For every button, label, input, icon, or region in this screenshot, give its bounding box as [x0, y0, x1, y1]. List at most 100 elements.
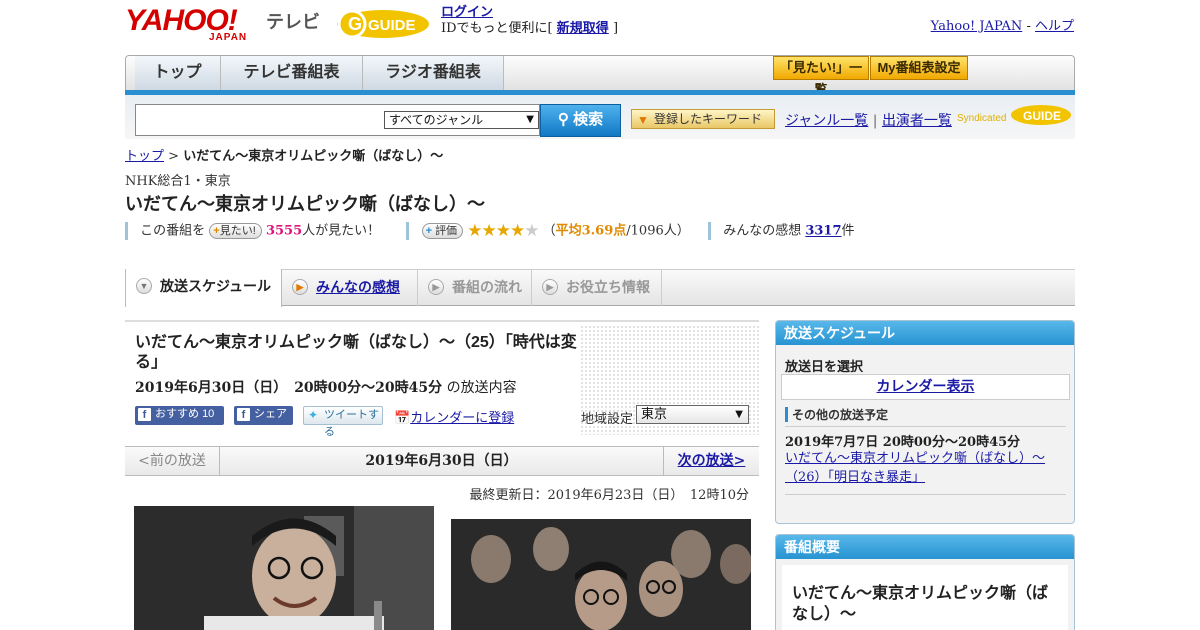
nav-tab-top[interactable]: トップ [135, 56, 221, 90]
login-box: ログイン IDでもっと便利に[ 新規取得 ] [441, 5, 618, 37]
triangle-down-icon: ▼ [637, 113, 649, 127]
link-separator: - [1026, 19, 1031, 34]
calendar-display-button[interactable]: カレンダー表示 [781, 374, 1070, 400]
region-select[interactable]: 東京 ▼ [636, 405, 749, 424]
next-broadcast-link[interactable]: 次の放送> [663, 447, 759, 475]
search-icon: ⚲ [557, 111, 569, 128]
episode-title: いだてん～東京オリムピック噺（ばなし）～（25）「時代は変る」 [135, 334, 577, 371]
calendar-register[interactable]: 📅カレンダーに登録 [394, 407, 514, 426]
info-divider [406, 222, 410, 240]
tab-useful-info[interactable]: ▶ お役立ち情報 [532, 270, 662, 306]
calendar-icon: 📅 [394, 411, 411, 426]
divider [785, 494, 1066, 495]
other-schedule-link[interactable]: いだてん～東京オリムピック噺（ばなし）～（26）「明日なき暴走」 [785, 449, 1055, 487]
summary-sidebar: 番組概要 いだてん～東京オリムピック噺（ばなし）～ [775, 534, 1075, 630]
svg-text:G: G [348, 14, 362, 34]
chevron-down-icon: ▼ [136, 278, 152, 294]
search-button-label: 検索 [573, 111, 604, 128]
want-list-button[interactable]: 「見たい!」一覧 [773, 56, 869, 97]
genre-select[interactable]: すべてのジャンル ▼ [384, 111, 539, 129]
nav-tab-tv-schedule[interactable]: テレビ番組表 [221, 56, 363, 90]
dropdown-arrow-icon: ▼ [735, 409, 743, 420]
summary-sidebar-title: 番組概要 [776, 535, 1074, 559]
tab-program-flow[interactable]: ▶ 番組の流れ [418, 270, 532, 306]
tab-reviews[interactable]: ▶ みんなの感想 [282, 270, 418, 306]
channel-name: NHK総合1・東京 [125, 174, 231, 189]
tweet-button[interactable]: ✦ ツイートする [303, 406, 383, 438]
tab-label[interactable]: みんなの感想 [316, 279, 400, 295]
episode-datetime: 2019年6月30日（日） 20時00分～20時45分 の放送内容 [135, 377, 517, 397]
broadcast-pager: <前の放送 2019年6月30日（日） 次の放送> [125, 446, 759, 476]
review-count-link[interactable]: 3317 [805, 224, 841, 239]
want-count: 3555 [265, 223, 303, 239]
episode-photo [134, 506, 434, 630]
id-text-end: ] [612, 21, 619, 36]
program-title: いだてん～東京オリムピック噺（ばなし）～ [125, 194, 485, 214]
my-schedule-button[interactable]: My番組表設定 [870, 56, 968, 80]
star-icon: ★ [467, 221, 482, 241]
summary-program-title: いだてん～東京オリムピック噺（ばなし）～ [792, 585, 1049, 623]
star-icon: ★ [481, 221, 496, 241]
facebook-icon: f [237, 408, 250, 421]
star-half-icon: ★ [509, 221, 525, 241]
schedule-sidebar: 放送スケジュール 放送日を選択 カレンダー表示 その他の放送予定 2019年7月… [775, 320, 1075, 524]
fb-share-label: シェア [254, 408, 287, 420]
tab-broadcast-schedule[interactable]: ▼ 放送スケジュール [125, 269, 282, 307]
service-name[interactable]: テレビ [266, 8, 320, 34]
episode-photo [451, 519, 751, 630]
gguide-logo: G GUIDE [334, 6, 432, 42]
chevron-right-icon: ▶ [542, 279, 558, 295]
want-button-label: 見たい! [219, 225, 256, 237]
syndicated-gguide-text: GUIDE [1023, 109, 1061, 123]
schedule-sidebar-title: 放送スケジュール [776, 321, 1074, 345]
review-prefix: みんなの感想 [723, 223, 802, 239]
login-link[interactable]: ログイン [441, 5, 493, 20]
calendar-register-link[interactable]: カレンダーに登録 [410, 411, 514, 426]
genre-list-link[interactable]: ジャンル一覧 [785, 113, 868, 129]
genre-select-value: すべてのジャンル [389, 113, 484, 127]
select-date-label: 放送日を選択 [785, 360, 864, 375]
yahoo-japan-logo[interactable]: YAHOO! JAPAN [125, 6, 265, 44]
social-row: f おすすめ 10 f シェア ✦ ツイートする 📅カレンダーに登録 [135, 406, 575, 438]
top-right-links: Yahoo! JAPAN - ヘルプ [931, 15, 1074, 34]
pager-date: 2019年6月30日（日） [365, 453, 518, 469]
facebook-icon: f [138, 408, 151, 421]
rating-count: /1096人 [626, 223, 677, 239]
review-suffix: 件 [841, 223, 855, 239]
nav-tab-radio-schedule[interactable]: ラジオ番組表 [363, 56, 504, 90]
plus-icon: + [425, 225, 432, 237]
episode-datetime-suffix: の放送内容 [446, 380, 517, 396]
syndicated-gguide-logo: Syndicated GUIDE [957, 102, 1075, 128]
breadcrumb-top-link[interactable]: トップ [125, 149, 164, 164]
yahoo-japan-link[interactable]: Yahoo! JAPAN [931, 19, 1023, 34]
registered-keyword-label: 登録したキーワード [654, 112, 763, 126]
search-links: ジャンル一覧 | 出演者一覧 [785, 110, 952, 130]
breadcrumb: トップ > いだてん～東京オリムピック噺（ばなし）～ [125, 145, 443, 164]
help-link[interactable]: ヘルプ [1035, 19, 1074, 34]
breadcrumb-current: いだてん～東京オリムピック噺（ばなし）～ [183, 149, 444, 164]
prev-broadcast-button[interactable]: <前の放送 [125, 447, 220, 475]
rating-open: （ [542, 223, 556, 239]
program-info-row: この番組を +見たい! 3555人が見たい！ + 評価 ★★★★★ （平均3.6… [125, 221, 1025, 241]
gguide-logo-text: GUIDE [368, 17, 416, 34]
facebook-share-button[interactable]: f シェア [234, 406, 293, 425]
tab-label: 番組の流れ [452, 279, 522, 295]
signup-link[interactable]: 新規取得 [557, 21, 609, 36]
id-text: IDでもっと便利に[ [441, 21, 553, 36]
dropdown-arrow-icon: ▼ [526, 114, 534, 125]
performer-list-link[interactable]: 出演者一覧 [882, 113, 952, 129]
rating-close: ） [676, 223, 690, 239]
region-label: 地域設定 [581, 412, 634, 427]
search-button[interactable]: ⚲ 検索 [540, 104, 621, 137]
facebook-recommend-button[interactable]: f おすすめ 10 [135, 406, 224, 425]
registered-keyword-button[interactable]: ▼ 登録したキーワード [631, 109, 775, 129]
content-tabs: ▼ 放送スケジュール ▶ みんなの感想 ▶ 番組の流れ ▶ お役立ち情報 [125, 269, 1075, 307]
search-links-separator: | [872, 113, 878, 129]
other-schedule-date: 2019年7月7日 20時00分～20時45分 [785, 435, 1021, 450]
fb-recommend-count: 10 [202, 408, 215, 420]
last-updated: 最終更新日：2019年6月23日（日） 12時10分 [469, 488, 749, 503]
want-suffix: 人が見たい！ [302, 223, 381, 239]
want-button[interactable]: +見たい! [209, 223, 262, 239]
rate-button[interactable]: + 評価 [421, 223, 464, 239]
info-divider [125, 222, 128, 240]
